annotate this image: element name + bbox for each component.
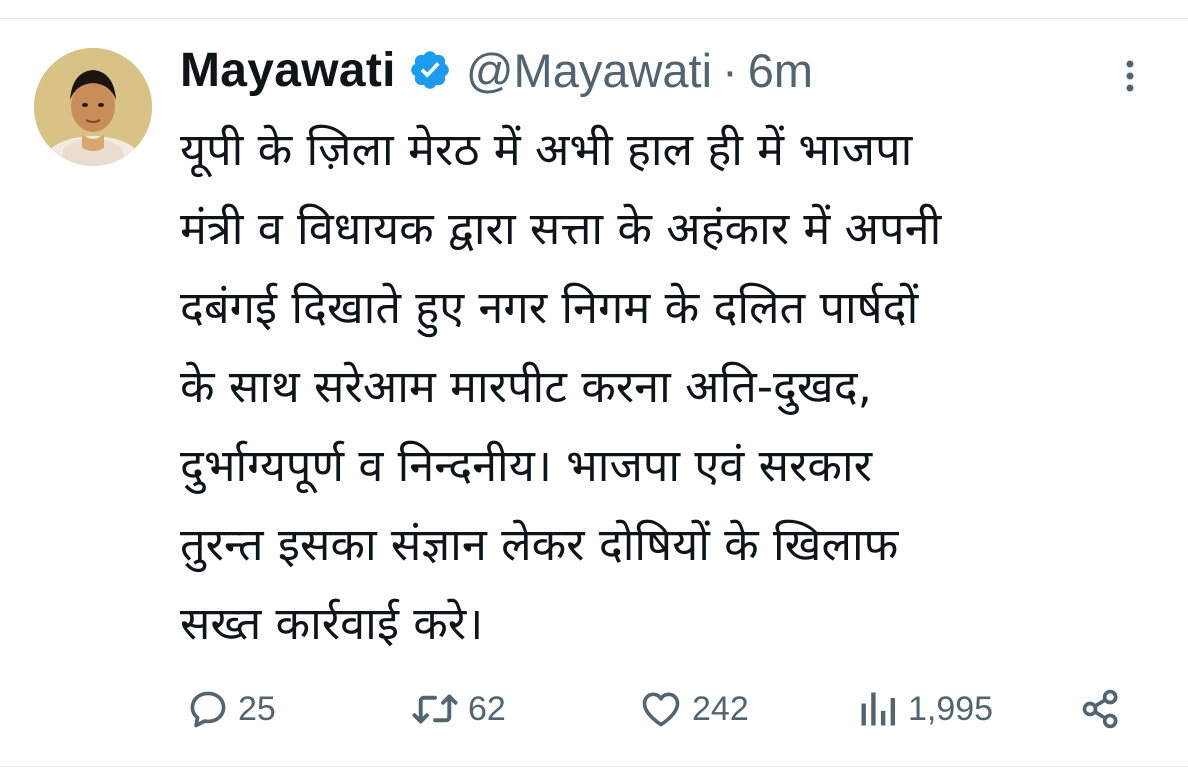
like-button[interactable]: 242 <box>638 684 749 734</box>
tweet-timestamp[interactable]: 6m <box>748 43 813 98</box>
like-count: 242 <box>692 689 749 728</box>
tweet-text-line: मंत्री व विधायक द्वारा सत्ता के अहंकार म… <box>180 202 942 255</box>
tweet-text-line: यूपी के ज़िला मेरठ में अभी हाल ही में भा… <box>180 123 913 176</box>
tweet-text-line: सख्त कार्रवाई करे। <box>180 597 484 650</box>
retweet-count: 62 <box>468 689 506 728</box>
verified-badge-icon <box>408 48 452 92</box>
tweet-header: Mayawati @Mayawati · 6m <box>180 34 1140 106</box>
tweet-text-line: के साथ सरेआम मारपीट करना अति-दुखद, <box>180 360 872 413</box>
avatar[interactable] <box>34 48 152 166</box>
header-separator: · <box>722 43 738 97</box>
view-count: 1,995 <box>908 689 994 728</box>
tweet-text: यूपी के ज़िला मेरठ में अभी हाल ही में भा… <box>180 110 1140 663</box>
tweet-text-line: दबंगई दिखाते हुए नगर निगम के दलित पार्षद… <box>180 281 919 334</box>
top-divider <box>0 18 1188 19</box>
tweet-actions: 25 62 242 1,995 <box>186 684 1126 734</box>
tweet-body: Mayawati @Mayawati · 6m यूपी के ज़िला मे… <box>180 34 1140 663</box>
retweet-icon <box>412 694 458 724</box>
heart-icon <box>642 692 680 727</box>
reply-count: 25 <box>238 689 276 728</box>
share-icon <box>1082 689 1118 729</box>
tweet-text-line: तुरन्त इसका संज्ञान लेकर दोषियों के खिला… <box>180 518 899 571</box>
display-name[interactable]: Mayawati <box>180 43 396 98</box>
retweet-button[interactable]: 62 <box>410 684 506 734</box>
views-button[interactable]: 1,995 <box>856 684 993 734</box>
reply-button[interactable]: 25 <box>186 684 276 734</box>
tweet-text-line: दुर्भाग्यपूर्ण व निन्दनीय। भाजपा एवं सरक… <box>180 439 873 492</box>
reply-icon <box>190 691 226 728</box>
avatar-image <box>34 48 152 166</box>
bottom-divider <box>0 766 1188 767</box>
share-button[interactable] <box>1079 684 1123 734</box>
more-options-icon[interactable] <box>1115 56 1145 96</box>
tweet-card: Mayawati @Mayawati · 6m यूपी के ज़िला मे… <box>0 0 1188 768</box>
user-handle[interactable]: @Mayawati <box>466 43 712 98</box>
views-bar-chart-icon <box>861 692 896 726</box>
